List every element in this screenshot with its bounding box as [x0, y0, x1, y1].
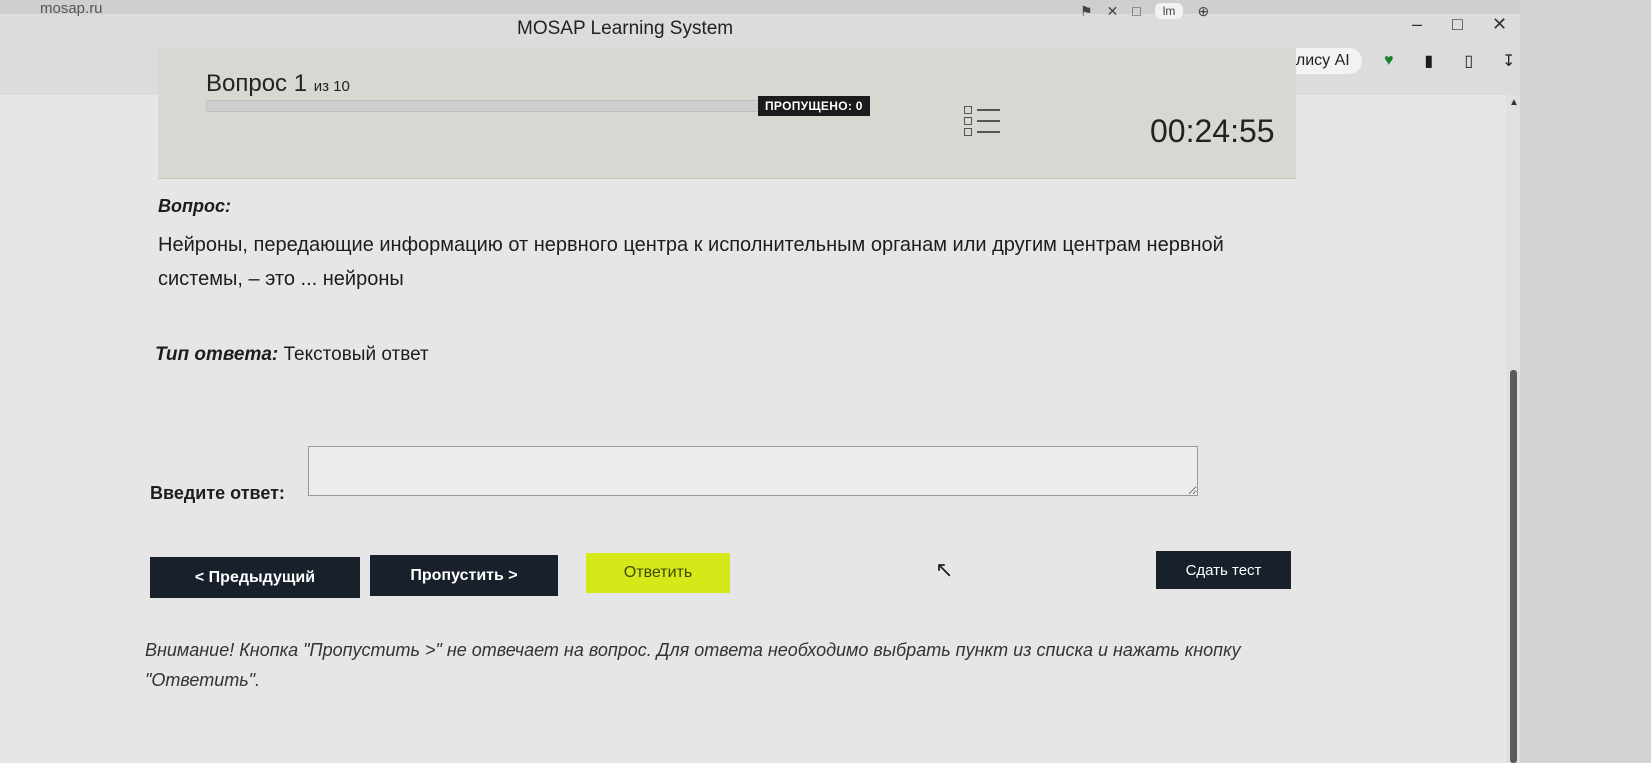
- window-title: MOSAP Learning System: [517, 18, 734, 39]
- download-icon[interactable]: ↧: [1496, 48, 1522, 74]
- tab-strip: [0, 0, 1651, 14]
- answer-button[interactable]: Ответить: [586, 553, 730, 593]
- scrollbar[interactable]: ▲: [1506, 95, 1520, 763]
- page-icon: □: [1132, 3, 1141, 19]
- question-number: Вопрос 1 из 10: [206, 70, 350, 98]
- extension-icon[interactable]: ▯: [1456, 48, 1482, 74]
- question-label: Вопрос:: [158, 196, 231, 216]
- screen-edge: [1520, 0, 1651, 763]
- submit-test-button[interactable]: Сдать тест: [1156, 551, 1291, 589]
- new-tab-icon[interactable]: ⊕: [1197, 3, 1209, 20]
- scroll-up-icon[interactable]: ▲: [1509, 97, 1519, 108]
- question-number-total: из 10: [313, 78, 350, 95]
- warning-text: Внимание! Кнопка "Пропустить >" не отвеч…: [145, 640, 1241, 690]
- battery-icon[interactable]: ▮: [1416, 48, 1442, 74]
- answer-type: Тип ответа: Текстовый ответ: [155, 344, 429, 366]
- shield-icon[interactable]: ♥: [1376, 48, 1402, 74]
- quiz-header: Вопрос 1 из 10 ПРОПУЩЕНО: 0 00:24:55: [158, 48, 1296, 179]
- skip-button[interactable]: Пропустить >: [370, 555, 558, 596]
- answer-input[interactable]: [308, 446, 1198, 496]
- tab-icons: ⚑ ✕ □ lm ⊕: [1080, 0, 1209, 22]
- minimize-icon[interactable]: –: [1412, 14, 1422, 35]
- answer-type-value: Текстовый ответ: [283, 344, 429, 365]
- skipped-badge: ПРОПУЩЕНО: 0: [758, 96, 870, 116]
- question-number-main: Вопрос 1: [206, 70, 308, 97]
- address-text[interactable]: mosap.ru: [40, 0, 103, 17]
- bookmark-tab-icon[interactable]: ⚑: [1080, 3, 1093, 20]
- tab-lm[interactable]: lm: [1154, 3, 1184, 19]
- close-window-icon[interactable]: ✕: [1492, 14, 1507, 35]
- scroll-thumb[interactable]: [1510, 370, 1517, 763]
- previous-button[interactable]: < Предыдущий: [150, 557, 360, 598]
- question-list-icon[interactable]: [964, 104, 1000, 138]
- question-text: Нейроны, передающие информацию от нервно…: [158, 234, 1224, 290]
- tab-close-icon[interactable]: ✕: [1107, 3, 1119, 20]
- answer-label: Введите ответ:: [150, 483, 285, 503]
- answer-type-label: Тип ответа:: [155, 344, 279, 365]
- mouse-cursor-icon: ↖: [935, 557, 954, 582]
- timer: 00:24:55: [1150, 113, 1275, 149]
- maximize-icon[interactable]: □: [1452, 14, 1463, 35]
